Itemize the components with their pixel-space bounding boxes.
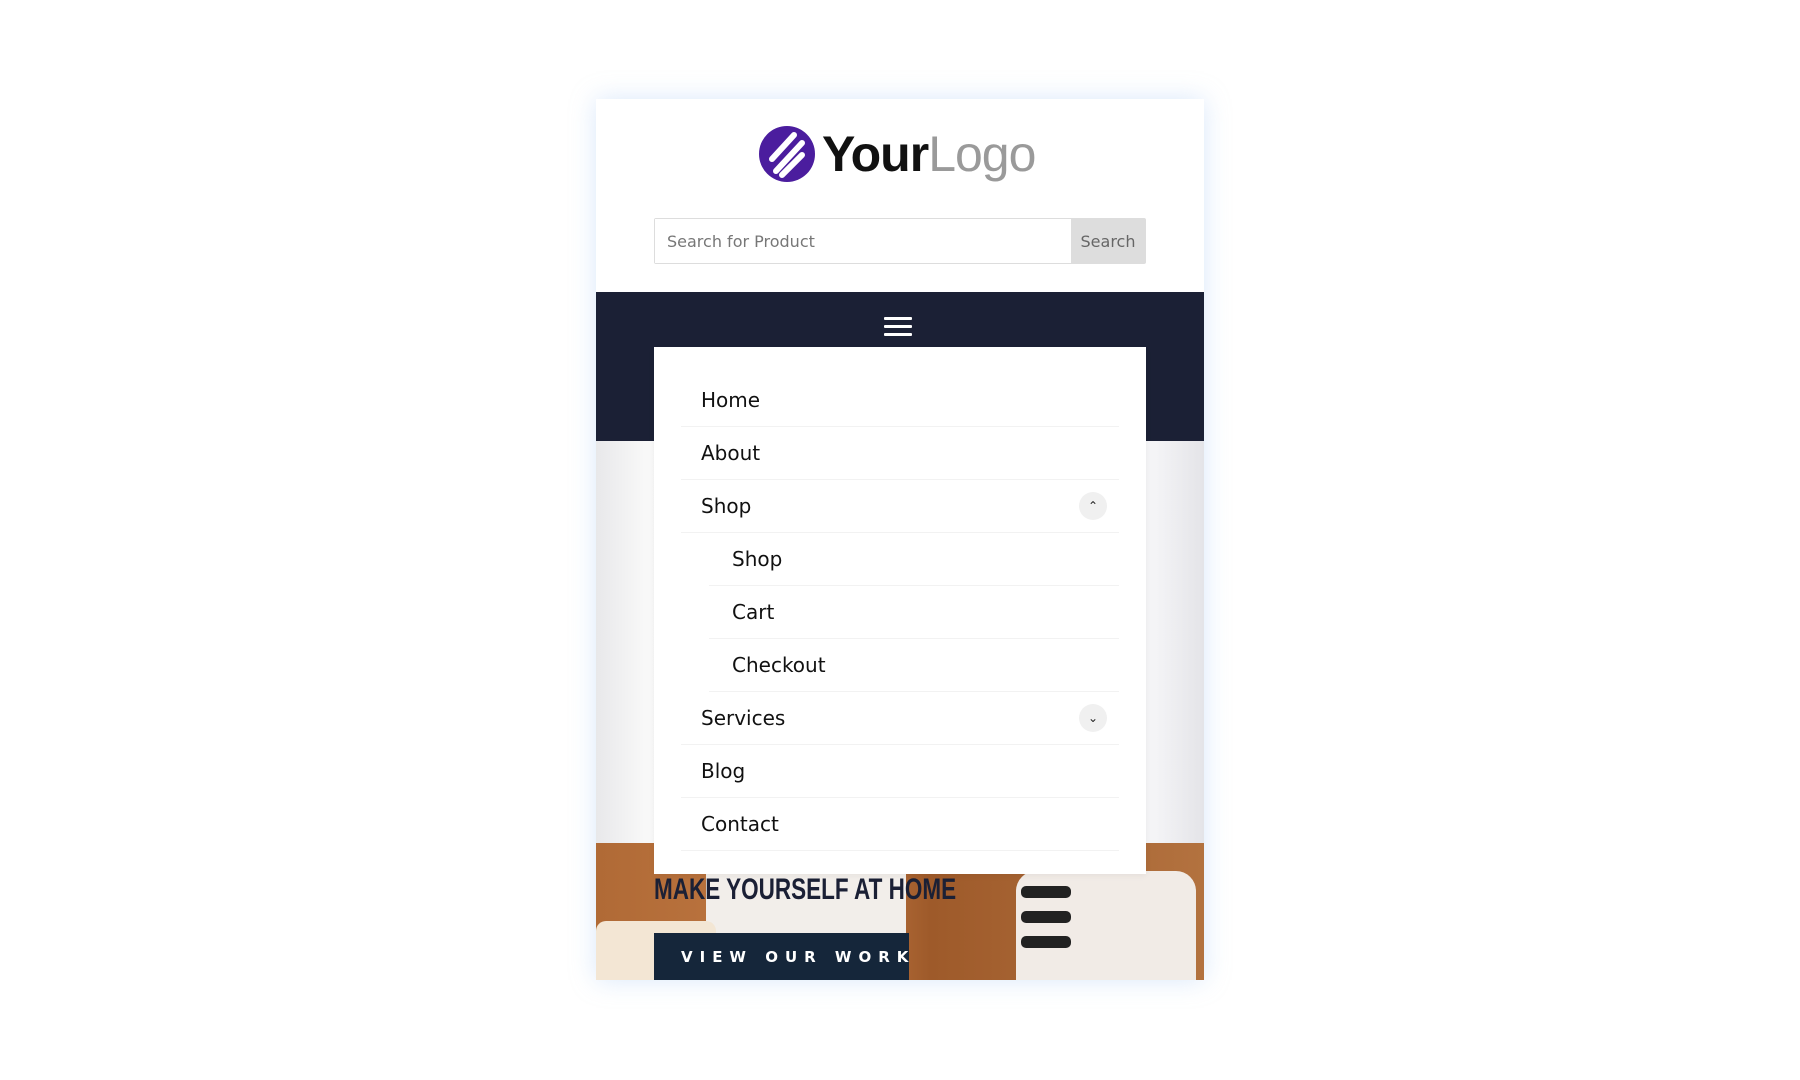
menu-item-label: Checkout	[732, 653, 826, 677]
logo[interactable]: YourLogo	[758, 124, 1036, 184]
submenu-item-shop[interactable]: Shop	[709, 533, 1119, 586]
menu-item-label: Home	[701, 388, 761, 412]
hero-image-stripe	[1021, 886, 1071, 898]
mobile-menu: Home About Shop ⌃ Shop Cart Checkout Serv…	[654, 347, 1146, 874]
menu-item-label: Cart	[732, 600, 775, 624]
menu-item-contact[interactable]: Contact	[681, 798, 1119, 851]
menu-item-label: About	[701, 441, 761, 465]
submenu-item-checkout[interactable]: Checkout	[709, 639, 1119, 692]
menu-item-blog[interactable]: Blog	[681, 745, 1119, 798]
search-input[interactable]	[655, 219, 1071, 263]
menu-item-label: Contact	[701, 812, 779, 836]
menu-item-services[interactable]: Services ⌄	[681, 692, 1119, 745]
menu-item-label: Shop	[732, 547, 783, 571]
search-button[interactable]: Search	[1071, 219, 1145, 263]
logo-text-your: Your	[822, 126, 929, 182]
logo-text-logo: Logo	[928, 126, 1036, 182]
menu-item-shop[interactable]: Shop ⌃	[681, 480, 1119, 533]
menu-item-about[interactable]: About	[681, 427, 1119, 480]
submenu-item-cart[interactable]: Cart	[709, 586, 1119, 639]
hero-image-stripe	[1021, 911, 1071, 923]
menu-item-home[interactable]: Home	[681, 374, 1119, 427]
chevron-up-icon[interactable]: ⌃	[1079, 492, 1107, 520]
menu-item-label: Services	[701, 706, 786, 730]
site-header: YourLogo Search	[596, 99, 1204, 292]
hero-image-stripe	[1021, 936, 1071, 948]
view-our-work-button[interactable]: VIEW OUR WORK	[654, 933, 909, 980]
hero-headline: MAKE YOURSELF AT HOME	[654, 873, 957, 906]
menu-item-label: Shop	[701, 494, 752, 518]
hamburger-icon[interactable]	[884, 317, 912, 339]
chevron-down-icon[interactable]: ⌄	[1079, 704, 1107, 732]
menu-item-label: Blog	[701, 759, 746, 783]
logo-icon	[759, 126, 815, 182]
product-search: Search	[654, 218, 1146, 264]
